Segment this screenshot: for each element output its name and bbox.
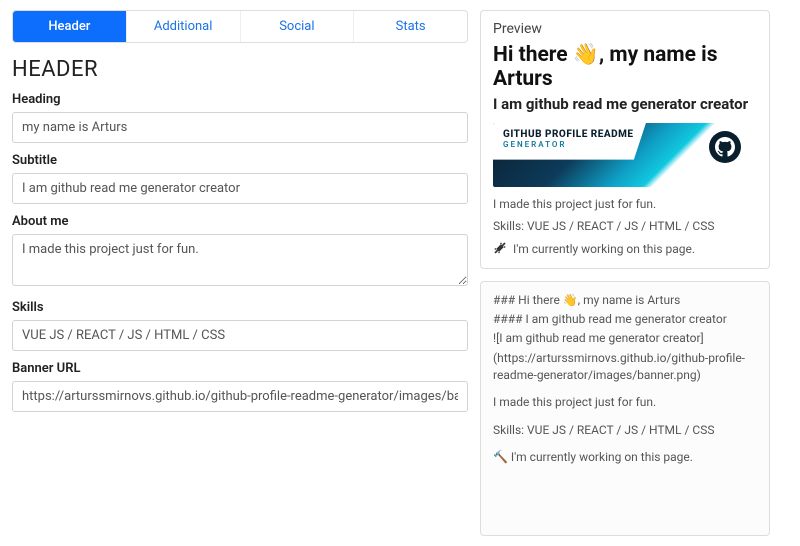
preview-heading: Hi there 👋, my name is Arturs — [493, 43, 757, 91]
skills-input[interactable] — [12, 320, 468, 351]
banner-url-input[interactable] — [12, 381, 468, 412]
tab-social[interactable]: Social — [241, 11, 355, 42]
preview-skills: Skills: VUE JS / REACT / JS / HTML / CSS — [493, 219, 757, 233]
heading-label: Heading — [12, 92, 468, 107]
banner-title: GITHUB PROFILE README — [503, 129, 636, 140]
subtitle-input[interactable] — [12, 173, 468, 204]
github-icon — [709, 131, 741, 163]
banner-url-label: Banner URL — [12, 361, 468, 376]
preview-subtitle: I am github read me generator creator — [493, 95, 757, 115]
preview-about: I made this project just for fun. — [493, 197, 757, 211]
skills-label: Skills — [12, 300, 468, 315]
md-line: 🔨 I'm currently working on this page. — [493, 449, 757, 466]
banner-subtitle: GENERATOR — [503, 140, 636, 149]
about-label: About me — [12, 214, 468, 229]
preview-label: Preview — [493, 21, 757, 37]
about-textarea[interactable]: I made this project just for fun. — [12, 234, 468, 286]
markdown-output[interactable]: ### Hi there 👋, my name is Arturs #### I… — [480, 281, 770, 537]
tab-header[interactable]: Header — [13, 11, 127, 42]
section-title: HEADER — [12, 57, 468, 82]
preview-banner: GITHUB PROFILE README GENERATOR — [493, 123, 757, 187]
md-line: Skills: VUE JS / REACT / JS / HTML / CSS — [493, 422, 757, 439]
md-line: ### Hi there 👋, my name is Arturs — [493, 292, 757, 309]
md-line: I made this project just for fun. — [493, 394, 757, 411]
preview-card: Preview Hi there 👋, my name is Arturs I … — [480, 10, 770, 269]
md-line: (https://arturssmirnovs.github.io/github… — [493, 350, 757, 385]
heading-input[interactable] — [12, 112, 468, 143]
hammer-icon — [493, 241, 507, 258]
tab-additional[interactable]: Additional — [127, 11, 241, 42]
preview-working: I'm currently working on this page. — [513, 242, 695, 256]
subtitle-label: Subtitle — [12, 153, 468, 168]
tab-stats[interactable]: Stats — [354, 11, 467, 42]
tab-bar: Header Additional Social Stats — [12, 10, 468, 43]
md-line: ![I am github read me generator creator] — [493, 330, 757, 347]
md-line: #### I am github read me generator creat… — [493, 311, 757, 328]
